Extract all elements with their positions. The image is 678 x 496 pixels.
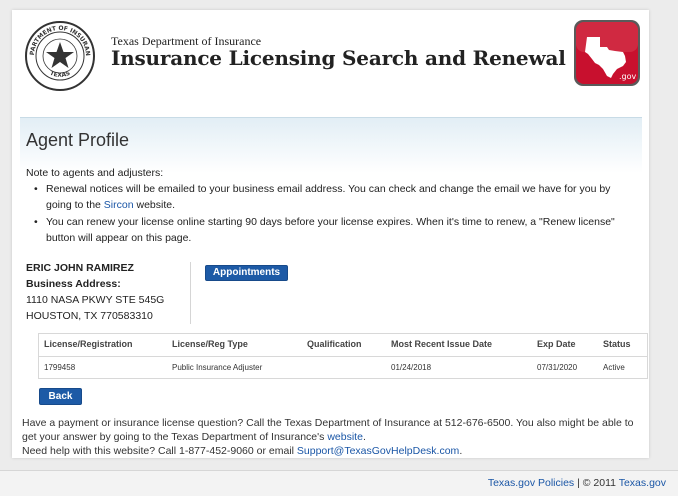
bullet2-text: You can renew your license online starti… xyxy=(46,216,615,244)
col-header-issue-date: Most Recent Issue Date xyxy=(391,339,493,349)
footer-separator: | © 2011 xyxy=(574,477,619,489)
note-bullet-renewal-email: • Renewal notices will be emailed to you… xyxy=(34,181,630,213)
bullet-dot: • xyxy=(34,183,38,195)
texas-gov-policies-link[interactable]: Texas.gov Policies xyxy=(488,477,574,489)
cell-issue-date: 01/24/2018 xyxy=(391,363,432,372)
agent-name: ERIC JOHN RAMIREZ xyxy=(26,262,134,274)
help-line2-after: . xyxy=(459,445,463,457)
txgov-label: .gov xyxy=(619,72,637,81)
help-text: Have a payment or insurance license ques… xyxy=(22,416,640,458)
business-address-label: Business Address: xyxy=(26,278,121,290)
license-table: License/Registration License/Reg Type Qu… xyxy=(38,333,648,379)
back-button[interactable]: Back xyxy=(39,388,82,405)
cell-exp-date: 07/31/2020 xyxy=(537,363,578,372)
cell-license-number: 1799458 xyxy=(44,363,76,372)
panel-title: Agent Profile xyxy=(26,130,130,150)
appointments-button[interactable]: Appointments xyxy=(205,265,288,281)
col-header-license: License/Registration xyxy=(44,339,133,349)
cell-status: Active xyxy=(603,363,625,372)
address-line-1: 1110 NASA PKWY STE 545G xyxy=(26,294,165,306)
col-header-type: License/Reg Type xyxy=(172,339,248,349)
agent-profile-panel: Agent Profile Note to agents and adjuste… xyxy=(20,117,648,457)
cell-license-type: Public Insurance Adjuster xyxy=(172,363,263,372)
help-line2-before: Need help with this website? Call 1-877-… xyxy=(22,445,297,457)
address-line-2: HOUSTON, TX 770583310 xyxy=(26,310,153,322)
col-header-status: Status xyxy=(603,339,631,349)
col-header-qualification: Qualification xyxy=(307,339,362,349)
page-container: DEPARTMENT OF INSURANCE TEXAS Texas Depa… xyxy=(12,10,649,458)
footer-text: Texas.gov Policies | © 2011 Texas.gov xyxy=(488,477,666,489)
sircon-link[interactable]: Sircon xyxy=(104,199,134,211)
agent-info: ERIC JOHN RAMIREZ Business Address: 1110… xyxy=(26,260,164,324)
note-heading: Note to agents and adjusters: xyxy=(26,167,164,179)
note-bullet-renewal-window: • You can renew your license online star… xyxy=(34,214,630,246)
col-header-exp-date: Exp Date xyxy=(537,339,576,349)
page-title: Insurance Licensing Search and Renewal xyxy=(111,46,566,70)
texas-gov-link[interactable]: Texas.gov xyxy=(619,477,666,489)
texas-gov-logo-icon[interactable]: .gov xyxy=(573,19,641,87)
tdi-seal-icon: DEPARTMENT OF INSURANCE TEXAS xyxy=(24,20,95,91)
footer-bar: Texas.gov Policies | © 2011 Texas.gov xyxy=(0,470,678,496)
table-row: 1799458 Public Insurance Adjuster 01/24/… xyxy=(39,357,647,378)
tdi-website-link[interactable]: website xyxy=(327,431,363,443)
help-line1-after: . xyxy=(362,431,366,443)
bullet-dot: • xyxy=(34,216,38,228)
bullet1-text-after: website. xyxy=(133,199,175,211)
table-header-row: License/Registration License/Reg Type Qu… xyxy=(39,334,647,357)
support-email-link[interactable]: Support@TexasGovHelpDesk.com xyxy=(297,445,459,457)
vertical-divider xyxy=(190,262,191,324)
